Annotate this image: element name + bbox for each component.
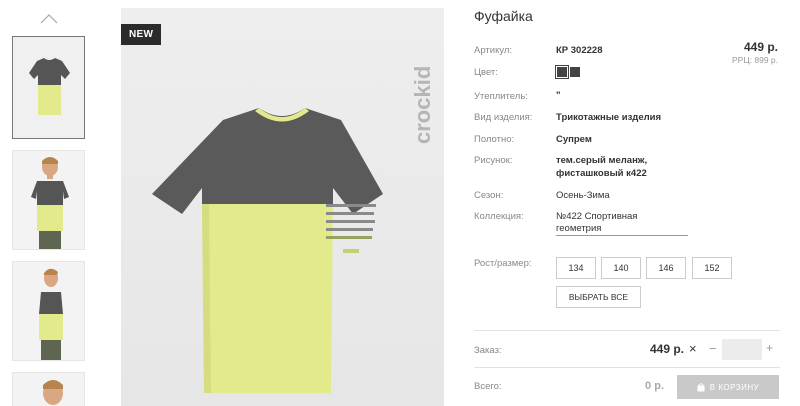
pattern-value-line-2: фисташковый к422 <box>556 168 647 179</box>
bag-icon <box>697 382 705 391</box>
type-label: Вид изделия: <box>474 112 533 123</box>
product-price: 449 р. <box>743 40 778 54</box>
gallery-up-button[interactable] <box>40 12 58 24</box>
color-swatch-gray[interactable] <box>570 67 580 77</box>
main-product-image[interactable]: NEW crockid <box>121 8 444 406</box>
order-divider-bottom <box>474 367 780 368</box>
collection-underline <box>556 235 688 236</box>
product-title: Фуфайка <box>474 8 533 24</box>
season-value: Осень-Зима <box>556 190 610 201</box>
color-swatch-dark-gray[interactable] <box>555 65 569 79</box>
quantity-plus-button[interactable]: + <box>766 341 773 355</box>
thumbnail-boy-side[interactable] <box>12 261 85 361</box>
size-button-152[interactable]: 152 <box>692 257 732 279</box>
size-label: Рост/размер: <box>474 258 532 269</box>
thumbnail-tshirt-front[interactable] <box>12 36 85 139</box>
type-value: Трикотажные изделия <box>556 112 662 123</box>
tshirt-thumbnail-image <box>13 37 84 138</box>
quantity-minus-button[interactable]: − <box>709 341 717 356</box>
insulation-value: " <box>556 90 561 101</box>
quantity-input[interactable] <box>722 339 762 360</box>
thumbnail-boy-front[interactable] <box>12 150 85 250</box>
remove-order-icon[interactable]: × <box>689 341 697 356</box>
size-button-134[interactable]: 134 <box>556 257 596 279</box>
boy-portrait-thumbnail-image <box>13 373 84 406</box>
tshirt-main-image <box>121 8 444 406</box>
fabric-label: Полотно: <box>474 134 515 145</box>
pattern-label: Рисунок: <box>474 155 513 166</box>
choose-all-sizes-button[interactable]: ВЫБРАТЬ ВСЕ <box>556 286 641 308</box>
collection-label: Коллекция: <box>474 211 524 222</box>
add-to-cart-label: В КОРЗИНУ <box>709 382 760 392</box>
add-to-cart-button[interactable]: В КОРЗИНУ <box>677 375 779 399</box>
article-label: Артикул: <box>474 45 513 56</box>
total-label: Всего: <box>474 381 502 392</box>
order-divider-top <box>474 330 780 331</box>
boy-side-thumbnail-image <box>13 262 84 360</box>
rrp-price: РРЦ: 899 р. <box>732 55 778 65</box>
pattern-value-line-1: тем.серый меланж, <box>556 155 648 166</box>
size-button-146[interactable]: 146 <box>646 257 686 279</box>
order-label: Заказ: <box>474 345 502 356</box>
fabric-value: Супрем <box>556 134 592 145</box>
order-price: 449 р. <box>649 342 684 356</box>
total-value: 0 р. <box>645 380 664 392</box>
chevron-up-icon <box>40 14 58 24</box>
season-label: Сезон: <box>474 190 504 201</box>
size-button-140[interactable]: 140 <box>601 257 641 279</box>
collection-value-line-2: геометрия <box>556 223 602 234</box>
article-value: КР 302228 <box>556 45 603 56</box>
new-badge: NEW <box>121 24 162 45</box>
thumbnail-boy-portrait[interactable] <box>12 372 85 406</box>
color-label: Цвет: <box>474 67 498 78</box>
svg-text:crockid: crockid <box>410 66 435 144</box>
insulation-label: Утеплитель: <box>474 91 528 102</box>
crockid-logo: crockid <box>410 66 435 144</box>
boy-front-thumbnail-image <box>13 151 84 249</box>
